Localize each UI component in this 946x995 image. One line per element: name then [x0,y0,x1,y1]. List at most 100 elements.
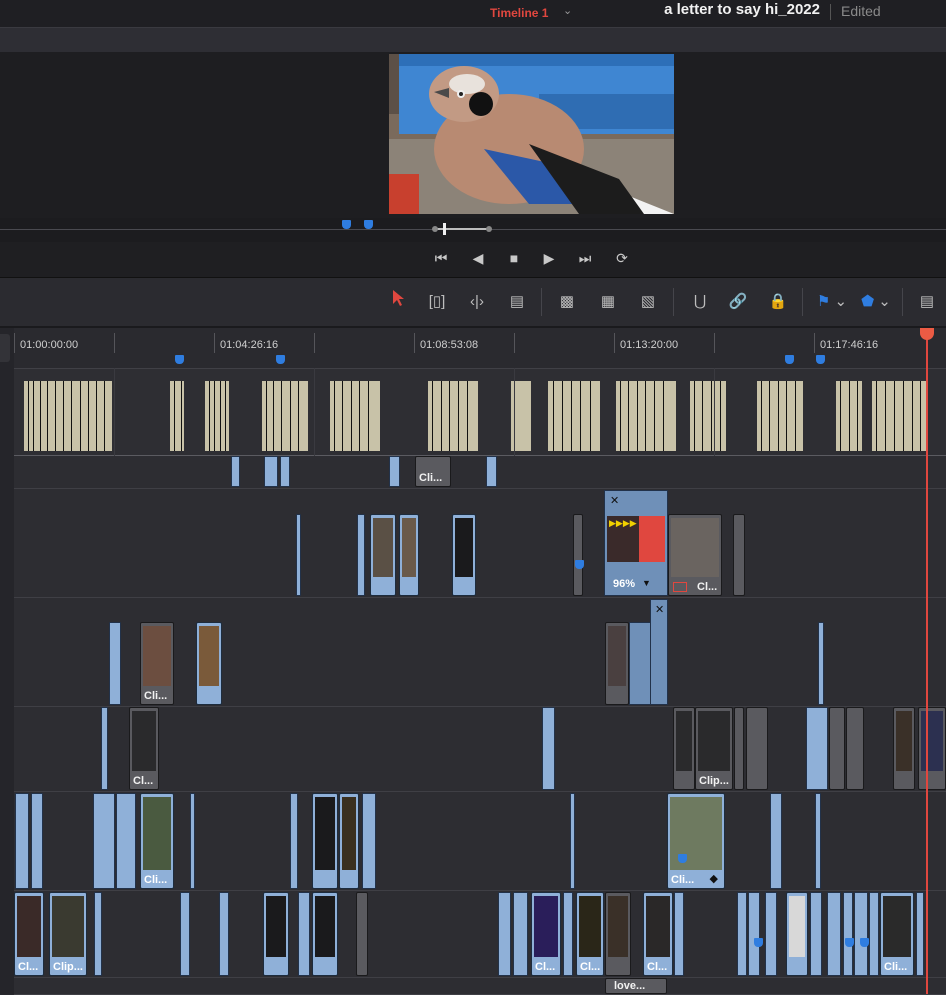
timeline-name[interactable]: Timeline 1 [490,6,548,20]
video-clip[interactable] [737,892,747,976]
video-clip[interactable] [498,892,511,976]
audio-track[interactable] [14,368,946,457]
video-clip[interactable] [765,892,777,976]
video-clip[interactable]: Clip... [49,892,87,976]
video-clip[interactable]: Cli... [415,456,451,487]
video-clip[interactable]: Cli... [880,892,914,976]
video-clip[interactable] [733,514,745,596]
video-clip[interactable]: ✕ [650,599,668,705]
lock-icon[interactable]: 🔒 [764,289,792,315]
video-clip[interactable]: Cl... [643,892,673,976]
close-icon[interactable]: ✕ [655,603,664,616]
video-clip[interactable] [674,892,684,976]
video-clip[interactable] [542,707,555,790]
marker-icon[interactable] [860,938,869,947]
video-clip[interactable] [231,456,240,487]
video-clip[interactable] [846,707,864,790]
video-clip[interactable]: Cli... [140,622,174,705]
viewer-scrubber[interactable] [0,218,946,242]
audio-clip[interactable] [428,381,478,451]
marker-icon[interactable]: ⬟ ⌄ [856,289,896,315]
audio-clip[interactable] [262,381,308,451]
link-icon[interactable]: 🔗 [724,289,752,315]
trim-icon[interactable]: [▯] [423,289,451,315]
audio-clip[interactable] [872,381,926,451]
video-clip[interactable]: Cli... [140,793,174,889]
video-clip[interactable] [109,622,121,705]
close-icon[interactable]: ✕ [610,494,619,507]
flag-icon[interactable]: ⚑ ⌄ [812,289,852,315]
video-clip[interactable]: Cl... [576,892,604,976]
video-clip[interactable] [734,707,744,790]
timeline-ruler[interactable] [14,328,946,368]
video-clip[interactable] [399,514,419,596]
insert-icon[interactable]: ▩ [553,289,581,315]
skip-to-start-icon[interactable]: ⏮ [429,247,453,269]
video-clip[interactable] [916,892,924,976]
video-clip[interactable] [280,456,290,487]
marker-icon[interactable] [816,355,825,364]
video-clip[interactable] [370,514,396,596]
video-clip[interactable] [854,892,868,976]
blade-icon[interactable]: ▤ [503,289,531,315]
audio-clip[interactable] [548,381,600,451]
caret-down-icon[interactable]: ▼ [642,578,651,588]
audio-clip[interactable] [24,381,112,451]
video-clip[interactable] [513,892,528,976]
marker-icon[interactable] [575,560,584,569]
overwrite-icon[interactable]: ▦ [594,289,622,315]
replace-icon[interactable]: ▧ [634,289,662,315]
chevron-down-icon[interactable]: ⌄ [563,4,572,17]
select-arrow-icon[interactable] [384,289,412,315]
snapping-icon[interactable]: ⋃ [686,289,714,315]
marker-icon[interactable] [785,355,794,364]
stop-icon[interactable]: ■ [502,247,526,269]
video-clip[interactable] [264,456,278,487]
video-clip[interactable] [748,892,760,976]
video-clip[interactable]: Cl... [129,707,159,790]
video-clip[interactable]: love... [605,978,667,994]
video-clip[interactable] [101,707,108,790]
video-clip[interactable] [827,892,841,976]
video-clip[interactable] [573,514,583,596]
video-clip[interactable]: Cl... [14,892,44,976]
video-clip[interactable] [362,793,376,889]
marker-icon[interactable] [754,938,763,947]
video-clip[interactable] [312,793,338,889]
video-clip[interactable] [389,456,400,487]
video-clip[interactable]: Clip... [695,707,733,790]
step-back-icon[interactable]: ◀ [466,247,490,269]
video-clip[interactable] [918,707,946,790]
video-clip[interactable] [116,793,136,889]
loop-icon[interactable]: ⟳ [610,247,634,269]
video-track-v0[interactable] [14,978,946,995]
view-options-icon[interactable]: ▤ [912,289,942,315]
video-clip[interactable] [94,892,102,976]
marker-icon[interactable] [342,220,351,229]
video-clip[interactable] [196,622,222,705]
marker-icon[interactable] [364,220,373,229]
video-clip[interactable] [815,793,821,889]
video-clip[interactable] [869,892,879,976]
video-clip[interactable] [786,892,808,976]
dynamic-trim-icon[interactable]: ‹|› [463,289,491,315]
marker-icon[interactable] [175,355,184,364]
video-track-v6[interactable] [14,456,946,489]
video-clip[interactable] [180,892,190,976]
marker-icon[interactable] [845,938,854,947]
video-clip[interactable] [893,707,915,790]
video-clip[interactable] [770,793,782,889]
video-clip[interactable] [356,892,368,976]
audio-clip[interactable] [330,381,380,451]
video-clip[interactable] [290,793,298,889]
video-clip[interactable] [673,707,695,790]
video-clip[interactable]: Cli... ◆ [667,793,725,889]
marker-icon[interactable] [678,854,687,863]
viewer-frame[interactable] [389,54,674,214]
video-clip[interactable] [843,892,853,976]
keyframe-icon[interactable]: ◆ [710,872,718,885]
video-clip[interactable] [263,892,289,976]
video-clip[interactable] [829,707,845,790]
scrub-playhead[interactable] [443,223,446,235]
video-clip[interactable] [357,514,365,596]
